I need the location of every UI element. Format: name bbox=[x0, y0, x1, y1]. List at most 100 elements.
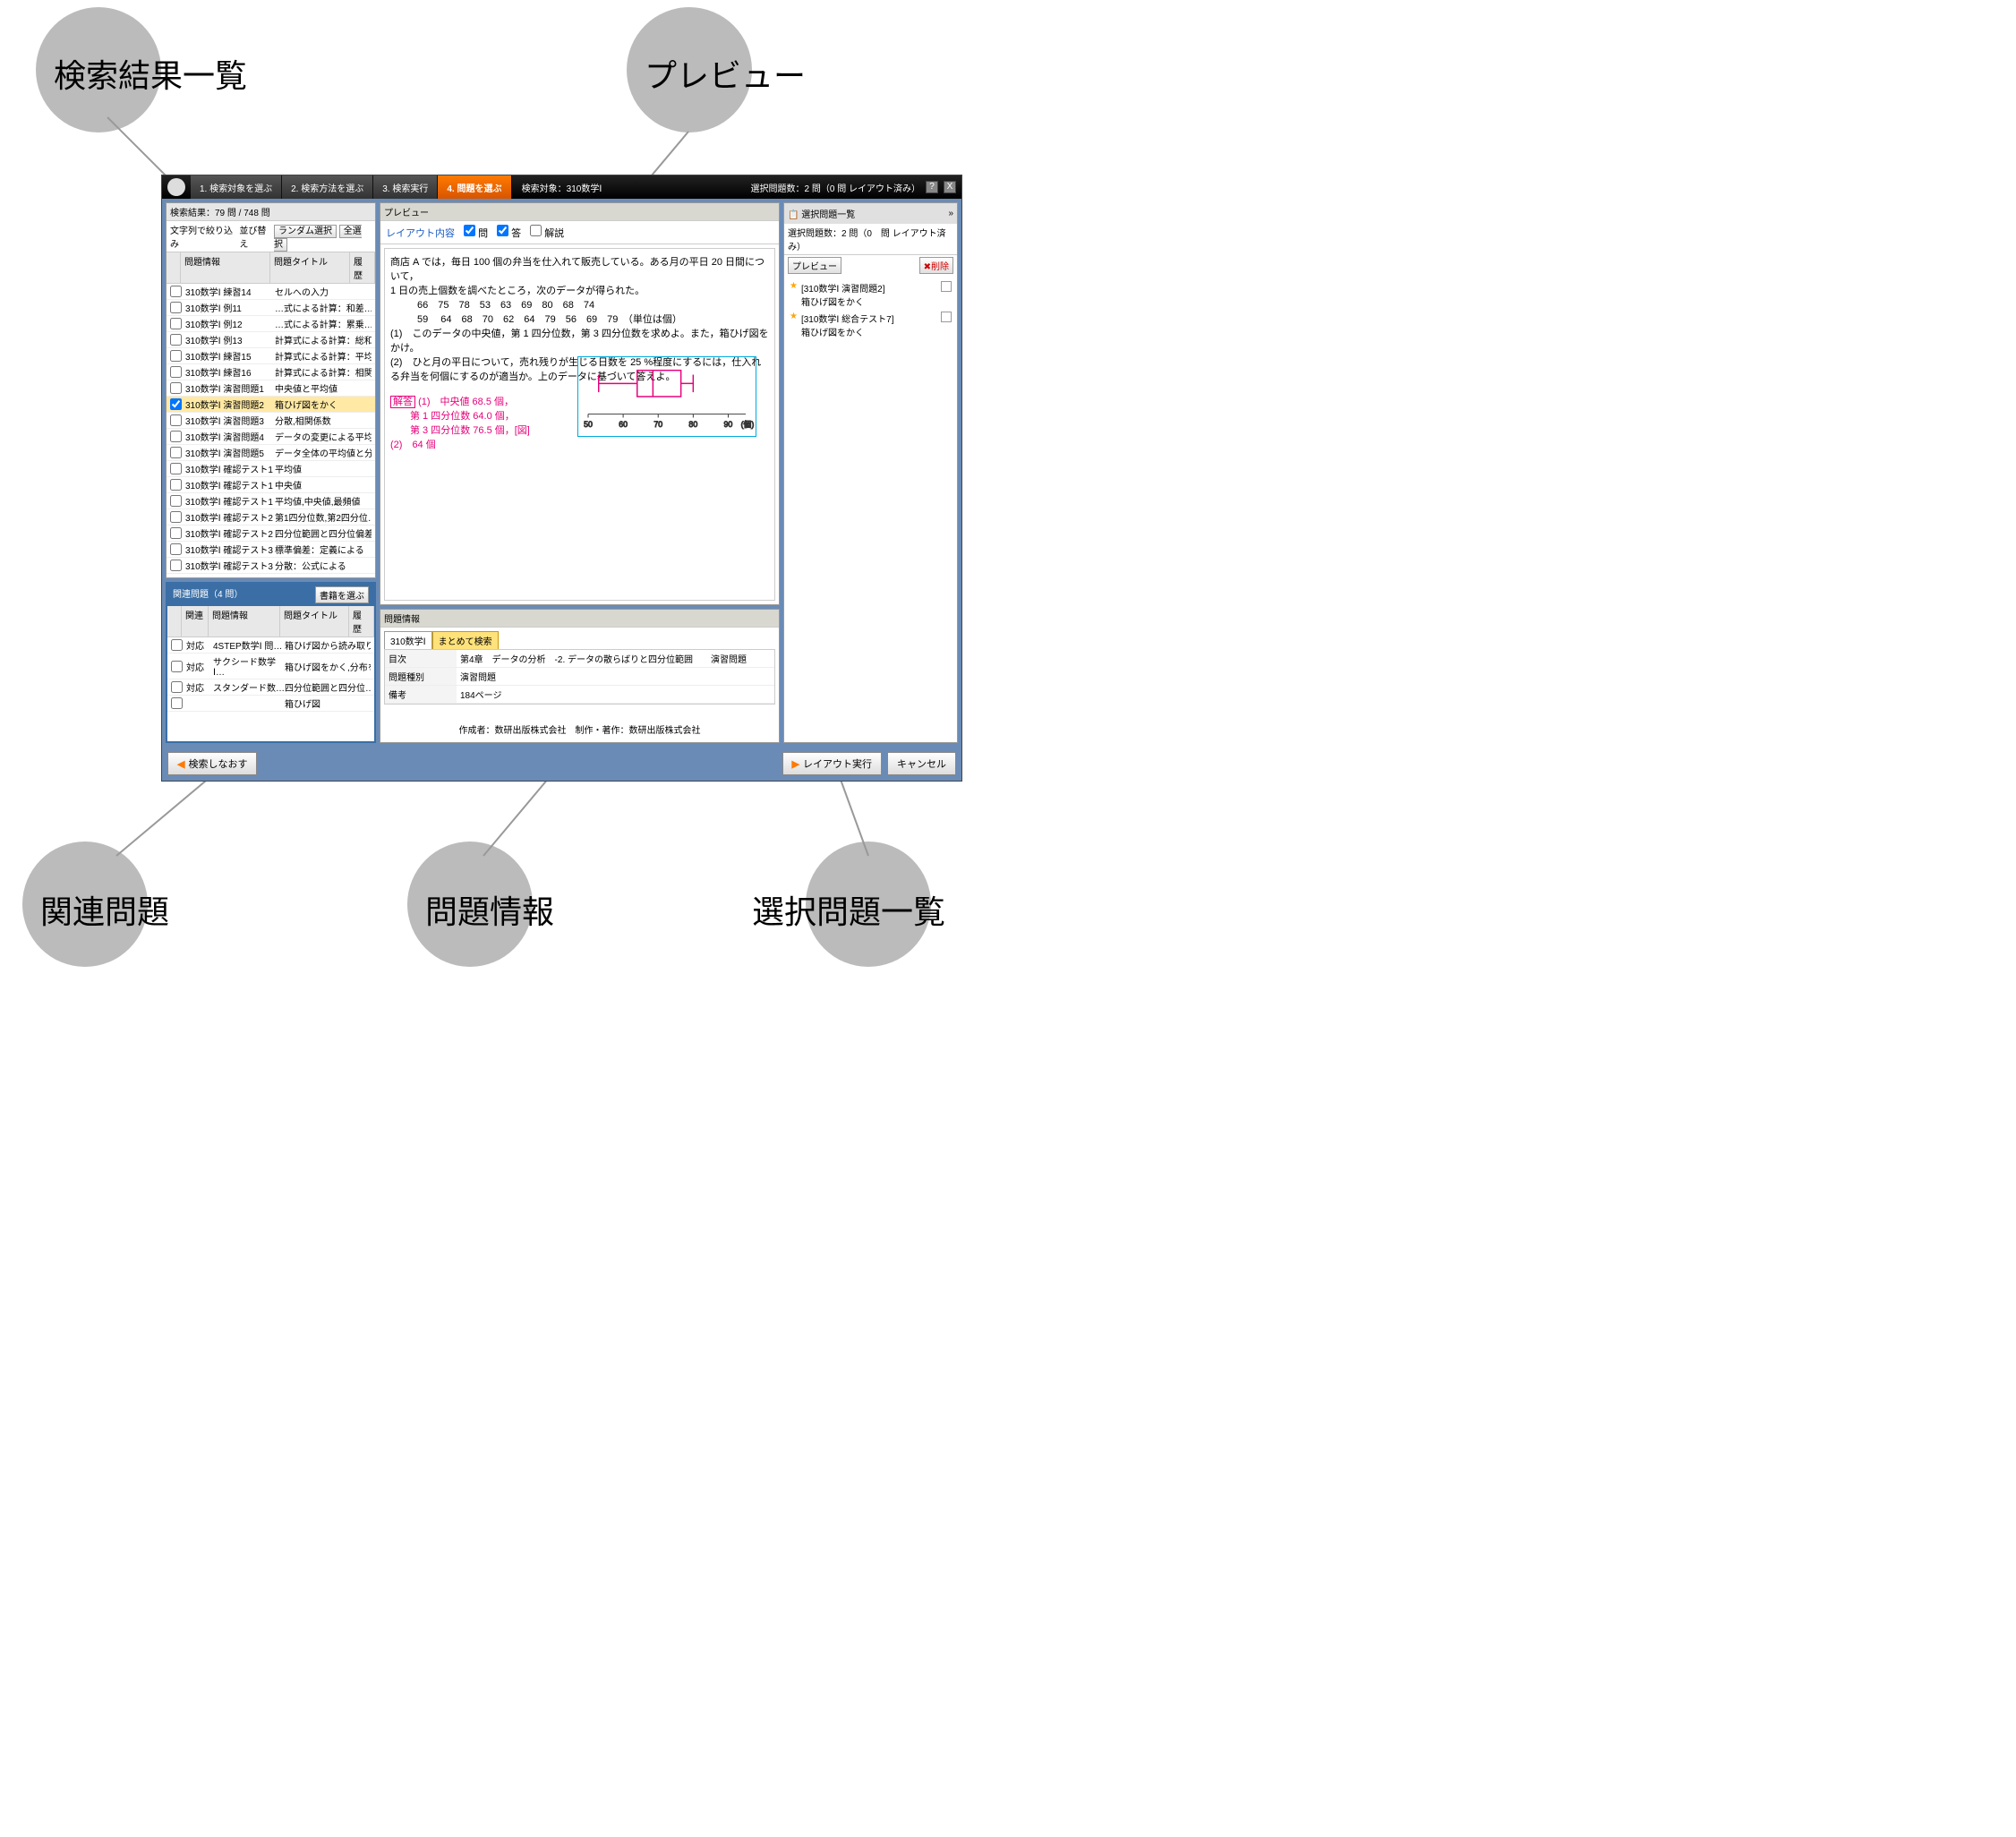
chk-answer[interactable]: 答 bbox=[497, 225, 521, 240]
row-checkbox[interactable] bbox=[170, 286, 182, 297]
result-row[interactable]: 310数学Ⅰ 確認テスト2第1四分位数,第2四分位… bbox=[167, 509, 375, 525]
step-2[interactable]: 2. 検索方法を選ぶ bbox=[282, 175, 373, 199]
row-checkbox[interactable] bbox=[171, 661, 183, 672]
related-row[interactable]: 対応4STEP数学Ⅰ 問…箱ひげ図から読み取り bbox=[167, 637, 374, 654]
svg-text:90: 90 bbox=[724, 420, 733, 429]
delete-button[interactable]: ✖削除 bbox=[919, 257, 953, 274]
preview-q1: (1) このデータの中央値，第 1 四分位数，第 3 四分位数を求めよ。また，箱… bbox=[390, 326, 769, 355]
step-3[interactable]: 3. 検索実行 bbox=[373, 175, 438, 199]
row-info: 310数学Ⅰ 確認テスト1 bbox=[185, 494, 275, 508]
selected-count-label: 選択問題数：2 問（0 問 レイアウト済み） bbox=[751, 181, 920, 194]
result-row[interactable]: 310数学Ⅰ 確認テスト3分散：公式による bbox=[167, 558, 375, 574]
selected-item-checkbox[interactable] bbox=[941, 281, 952, 292]
info-tab-batch[interactable]: まとめて検索 bbox=[432, 631, 499, 649]
row-checkbox[interactable] bbox=[170, 318, 182, 329]
result-row[interactable]: 310数学Ⅰ 演習問題4データの変更による平均値… bbox=[167, 429, 375, 445]
result-row[interactable]: 310数学Ⅰ 演習問題1中央値と平均値 bbox=[167, 380, 375, 397]
result-list[interactable]: 310数学Ⅰ 練習14セルへの入力310数学Ⅰ 例11…式による計算：和差…31… bbox=[167, 284, 375, 577]
row-checkbox[interactable] bbox=[170, 463, 182, 474]
chk-explanation[interactable]: 解説 bbox=[530, 225, 564, 240]
col-title[interactable]: 問題タイトル bbox=[280, 606, 349, 637]
row-checkbox[interactable] bbox=[170, 560, 182, 571]
row-info: 310数学Ⅰ 例13 bbox=[185, 333, 275, 346]
selected-item[interactable]: ★[310数学Ⅰ 総合テスト7]箱ひげ図をかく bbox=[788, 310, 953, 340]
row-title: 計算式による計算：相関… bbox=[275, 365, 372, 379]
row-checkbox[interactable] bbox=[170, 431, 182, 442]
col-info[interactable]: 問題情報 bbox=[181, 252, 270, 283]
row-relation: 対応 bbox=[186, 680, 213, 694]
related-columns: 関連 問題情報 問題タイトル 履歴 bbox=[167, 606, 374, 637]
step-4[interactable]: 4. 問題を選ぶ bbox=[438, 175, 511, 199]
result-row[interactable]: 310数学Ⅰ 演習問題3分散,相関係数 bbox=[167, 413, 375, 429]
row-title: 中央値 bbox=[275, 478, 372, 491]
related-row[interactable]: 箱ひげ図 bbox=[167, 696, 374, 712]
random-select-button[interactable]: ランダム選択 bbox=[274, 225, 337, 238]
col-info[interactable]: 問題情報 bbox=[209, 606, 280, 637]
search-again-button[interactable]: ◀ 検索しなおす bbox=[167, 752, 257, 775]
chk-question[interactable]: 問 bbox=[464, 225, 488, 240]
selected-item-checkbox[interactable] bbox=[941, 312, 952, 322]
row-checkbox[interactable] bbox=[170, 511, 182, 523]
row-title: 平均値 bbox=[275, 462, 372, 475]
callout-preview: プレビュー bbox=[645, 50, 806, 97]
col-history[interactable]: 履歴 bbox=[349, 606, 374, 637]
result-row[interactable]: 310数学Ⅰ 確認テスト1中央値 bbox=[167, 477, 375, 493]
related-title: 関連問題（4 問） bbox=[173, 586, 243, 603]
result-row[interactable]: 310数学Ⅰ 確認テスト3標準偏差：定義による bbox=[167, 542, 375, 558]
row-title: …式による計算：累乗… bbox=[275, 317, 372, 330]
row-checkbox[interactable] bbox=[170, 479, 182, 491]
related-header: 関連問題（4 問） 書籍を選ぶ bbox=[167, 584, 374, 606]
star-icon: ★ bbox=[790, 312, 798, 321]
row-checkbox[interactable] bbox=[171, 681, 183, 693]
row-title: 箱ひげ図をかく bbox=[275, 397, 372, 411]
row-checkbox[interactable] bbox=[170, 350, 182, 362]
col-title[interactable]: 問題タイトル bbox=[270, 252, 350, 283]
row-checkbox[interactable] bbox=[171, 639, 183, 651]
collapse-icon[interactable]: » bbox=[948, 209, 953, 218]
related-row[interactable]: 対応スタンダード数…四分位範囲と四分位… bbox=[167, 679, 374, 696]
row-checkbox[interactable] bbox=[170, 398, 182, 410]
result-row[interactable]: 310数学Ⅰ 演習問題2箱ひげ図をかく bbox=[167, 397, 375, 413]
row-checkbox[interactable] bbox=[170, 495, 182, 507]
row-checkbox[interactable] bbox=[170, 447, 182, 458]
row-checkbox[interactable] bbox=[170, 527, 182, 539]
result-row[interactable]: 310数学Ⅰ 演習問題5データ全体の平均値と分散 bbox=[167, 445, 375, 461]
layout-execute-button[interactable]: ▶ レイアウト実行 bbox=[782, 752, 882, 775]
related-list[interactable]: 対応4STEP数学Ⅰ 問…箱ひげ図から読み取り対応サクシード数学Ⅰ…箱ひげ図をか… bbox=[167, 637, 374, 741]
col-history[interactable]: 履歴 bbox=[350, 252, 375, 283]
help-button[interactable]: ? bbox=[926, 181, 938, 193]
row-title: セルへの入力 bbox=[275, 285, 372, 298]
col-relation[interactable]: 関連 bbox=[182, 606, 209, 637]
cancel-button[interactable]: キャンセル bbox=[887, 752, 956, 775]
close-button[interactable]: X bbox=[944, 181, 956, 193]
result-row[interactable]: 310数学Ⅰ 例12…式による計算：累乗… bbox=[167, 316, 375, 332]
sort-label[interactable]: 並び替え bbox=[239, 223, 274, 250]
select-book-button[interactable]: 書籍を選ぶ bbox=[315, 586, 369, 603]
result-columns: 問題情報 問題タイトル 履歴 bbox=[167, 252, 375, 284]
result-row[interactable]: 310数学Ⅰ 例13計算式による計算：総和 bbox=[167, 332, 375, 348]
row-info: 310数学Ⅰ 練習16 bbox=[185, 365, 275, 379]
row-checkbox[interactable] bbox=[170, 366, 182, 378]
row-checkbox[interactable] bbox=[170, 414, 182, 426]
row-checkbox[interactable] bbox=[170, 302, 182, 313]
preview-button[interactable]: プレビュー bbox=[788, 257, 841, 274]
related-row[interactable]: 対応サクシード数学Ⅰ…箱ひげ図をかく,分布を… bbox=[167, 654, 374, 679]
selected-actions: プレビュー ✖削除 bbox=[784, 255, 957, 276]
result-row[interactable]: 310数学Ⅰ 練習16計算式による計算：相関… bbox=[167, 364, 375, 380]
row-checkbox[interactable] bbox=[170, 543, 182, 555]
row-checkbox[interactable] bbox=[171, 697, 183, 709]
info-panel: 問題情報 310数学Ⅰ まとめて検索 目次 第4章 データの分析 -2. データ… bbox=[380, 609, 780, 743]
selected-item[interactable]: ★[310数学Ⅰ 演習問題2]箱ひげ図をかく bbox=[788, 279, 953, 310]
result-row[interactable]: 310数学Ⅰ 確認テスト1平均値 bbox=[167, 461, 375, 477]
result-row[interactable]: 310数学Ⅰ 練習14セルへの入力 bbox=[167, 284, 375, 300]
result-row[interactable]: 310数学Ⅰ 練習15計算式による計算：平均… bbox=[167, 348, 375, 364]
row-checkbox[interactable] bbox=[170, 334, 182, 346]
result-row[interactable]: 310数学Ⅰ 例11…式による計算：和差… bbox=[167, 300, 375, 316]
result-row[interactable]: 310数学Ⅰ 確認テスト1平均値,中央値,最頻値 bbox=[167, 493, 375, 509]
result-row[interactable]: 310数学Ⅰ 確認テスト2四分位範囲と四分位偏差… bbox=[167, 525, 375, 542]
info-tab-book[interactable]: 310数学Ⅰ bbox=[384, 631, 432, 649]
selected-list[interactable]: ★[310数学Ⅰ 演習問題2]箱ひげ図をかく★[310数学Ⅰ 総合テスト7]箱ひ… bbox=[784, 276, 957, 742]
row-checkbox[interactable] bbox=[170, 382, 182, 394]
svg-text:80: 80 bbox=[688, 420, 697, 429]
step-1[interactable]: 1. 検索対象を選ぶ bbox=[191, 175, 282, 199]
